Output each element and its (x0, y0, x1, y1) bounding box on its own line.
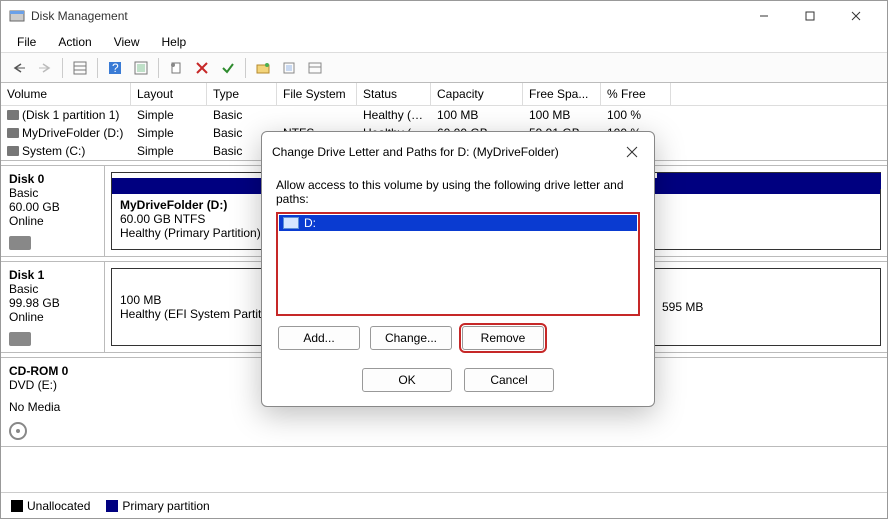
dialog-hint: Allow access to this volume by using the… (276, 178, 640, 206)
svg-text:?: ? (112, 61, 119, 75)
check-icon[interactable] (216, 56, 240, 80)
drive-icon (7, 146, 19, 156)
menu-view[interactable]: View (104, 33, 150, 51)
primary-stripe (657, 173, 881, 189)
remove-button[interactable]: Remove (462, 326, 544, 350)
col-type[interactable]: Type (207, 83, 277, 105)
settings-icon[interactable] (129, 56, 153, 80)
disk-info[interactable]: Disk 1 Basic 99.98 GB Online (1, 262, 105, 352)
drive-icon (7, 110, 19, 120)
col-capacity[interactable]: Capacity (431, 83, 523, 105)
cd-icon (9, 422, 27, 440)
drive-icon (283, 217, 299, 229)
legend-swatch-primary (106, 500, 118, 512)
menu-file[interactable]: File (7, 33, 46, 51)
disk-icon (9, 332, 31, 346)
col-volume[interactable]: Volume (1, 83, 131, 105)
change-drive-letter-dialog: Change Drive Letter and Paths for D: (My… (261, 131, 655, 407)
close-button[interactable] (833, 1, 879, 31)
legend-swatch-unalloc (11, 500, 23, 512)
disk-info[interactable]: Disk 0 Basic 60.00 GB Online (1, 166, 105, 256)
change-button[interactable]: Change... (370, 326, 452, 350)
toolbar: ? (1, 53, 887, 83)
col-free[interactable]: Free Spa... (523, 83, 601, 105)
refresh-icon[interactable] (277, 56, 301, 80)
titlebar: Disk Management (1, 1, 887, 31)
volume-table-header[interactable]: Volume Layout Type File System Status Ca… (1, 83, 887, 106)
delete-icon[interactable] (190, 56, 214, 80)
disk-icon (9, 236, 31, 250)
col-pfree[interactable]: % Free (601, 83, 671, 105)
menubar: File Action View Help (1, 31, 887, 53)
window-title: Disk Management (31, 9, 741, 23)
legend: Unallocated Primary partition (1, 492, 887, 518)
disk-name: CD-ROM 0 (9, 364, 97, 378)
table-row[interactable]: (Disk 1 partition 1) Simple Basic Health… (1, 106, 887, 124)
app-icon (9, 8, 25, 24)
forward-button[interactable] (33, 56, 57, 80)
minimize-button[interactable] (741, 1, 787, 31)
menu-help[interactable]: Help (152, 33, 197, 51)
show-hide-tree-button[interactable] (68, 56, 92, 80)
help-icon[interactable]: ? (103, 56, 127, 80)
back-button[interactable] (7, 56, 31, 80)
dialog-title: Change Drive Letter and Paths for D: (My… (272, 145, 620, 159)
menu-action[interactable]: Action (48, 33, 101, 51)
partition[interactable]: 595 MB (653, 268, 881, 346)
col-status[interactable]: Status (357, 83, 431, 105)
list-icon[interactable] (303, 56, 327, 80)
add-button[interactable]: Add... (278, 326, 360, 350)
dialog-close-button[interactable] (620, 140, 644, 164)
new-folder-icon[interactable] (251, 56, 275, 80)
disk-name: Disk 1 (9, 268, 96, 282)
ok-button[interactable]: OK (362, 368, 452, 392)
properties-icon[interactable] (164, 56, 188, 80)
disk-info[interactable]: CD-ROM 0 DVD (E:) No Media (1, 358, 105, 446)
list-item[interactable]: D: (279, 215, 637, 231)
cancel-button[interactable]: Cancel (464, 368, 554, 392)
maximize-button[interactable] (787, 1, 833, 31)
drive-paths-listbox[interactable]: D: (276, 212, 640, 316)
disk-name: Disk 0 (9, 172, 96, 186)
drive-icon (7, 128, 19, 138)
col-layout[interactable]: Layout (131, 83, 207, 105)
col-fs[interactable]: File System (277, 83, 357, 105)
